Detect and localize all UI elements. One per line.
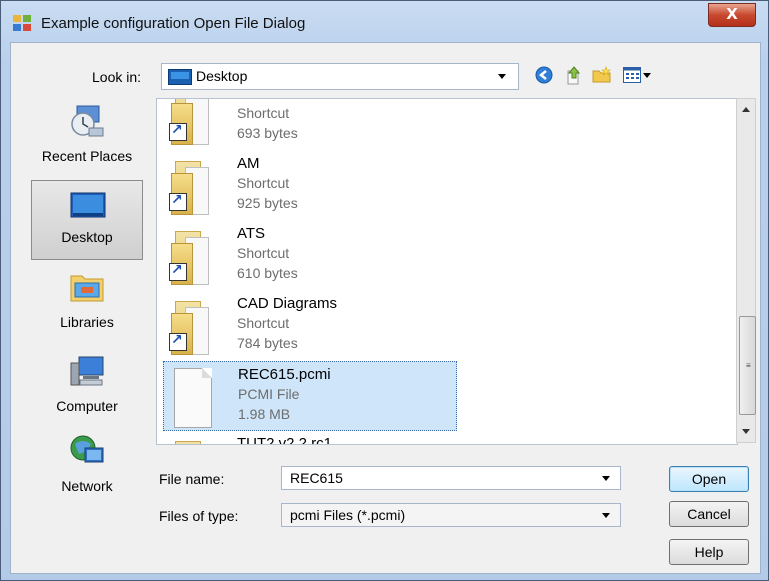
computer-icon: [70, 356, 104, 386]
libraries-icon: [70, 275, 104, 302]
up-folder-icon: [567, 66, 581, 85]
item-type: Shortcut: [237, 105, 290, 121]
file-name-input[interactable]: REC615: [281, 466, 621, 490]
item-name: ATS: [237, 225, 266, 242]
list-item-selected[interactable]: REC615.pcmi PCMI File 1.98 MB: [163, 361, 457, 431]
item-name: REC615.pcmi: [238, 366, 331, 383]
app-icon: [13, 15, 31, 31]
help-button[interactable]: Help: [669, 539, 749, 565]
list-item[interactable]: Shortcut 693 bytes: [163, 99, 457, 151]
new-folder-icon: [592, 66, 611, 83]
place-label: Recent Places: [41, 148, 133, 164]
file-type-select[interactable]: pcmi Files (*.pcmi): [281, 503, 621, 527]
item-size: 1.98 MB: [238, 406, 291, 422]
chevron-down-icon[interactable]: [498, 74, 506, 79]
vertical-scrollbar[interactable]: ≡: [736, 98, 756, 443]
look-in-value: Desktop: [196, 68, 248, 84]
list-item[interactable]: CAD Diagrams Shortcut 784 bytes: [163, 291, 457, 361]
open-button[interactable]: Open: [669, 466, 749, 492]
grip-icon: ≡: [746, 361, 751, 370]
file-icon: [174, 368, 212, 428]
scrollbar-thumb[interactable]: ≡: [739, 316, 756, 415]
recent-places-icon: [71, 105, 104, 137]
place-label: Libraries: [60, 314, 114, 330]
view-menu-button[interactable]: [619, 64, 653, 86]
file-name-label: File name:: [159, 471, 225, 487]
file-type-value: pcmi Files (*.pcmi): [290, 507, 406, 523]
dialog-body: Look in: Desktop Recent Places Desktop L…: [10, 42, 761, 574]
look-in-label: Look in:: [92, 69, 142, 85]
chevron-down-icon[interactable]: [602, 513, 610, 518]
item-size: 610 bytes: [237, 265, 298, 281]
shortcut-folder-icon: [169, 153, 209, 215]
up-folder-button[interactable]: [563, 64, 585, 86]
item-type: PCMI File: [238, 386, 300, 402]
item-name: AM: [237, 155, 260, 172]
place-recent-places[interactable]: Recent Places: [31, 96, 143, 176]
shortcut-folder-icon: [169, 99, 209, 145]
chevron-down-icon[interactable]: [602, 476, 610, 481]
list-item[interactable]: AM Shortcut 925 bytes: [163, 151, 457, 221]
look-in-dropdown[interactable]: Desktop: [161, 63, 519, 90]
new-folder-button[interactable]: [591, 64, 613, 86]
item-name: CAD Diagrams: [237, 295, 338, 312]
shortcut-folder-icon: [169, 433, 209, 444]
back-arrow-icon: [535, 66, 553, 84]
file-type-label: Files of type:: [159, 508, 239, 524]
shortcut-folder-icon: [169, 293, 209, 355]
close-button[interactable]: X: [708, 3, 756, 27]
item-size: 693 bytes: [237, 125, 298, 141]
file-name-value: REC615: [290, 470, 343, 486]
list-item[interactable]: ATS Shortcut 610 bytes: [163, 221, 457, 291]
shortcut-folder-icon: [169, 223, 209, 285]
view-grid-icon: [623, 67, 641, 83]
file-list[interactable]: Shortcut 693 bytes AM Shortcut 925 bytes…: [156, 98, 738, 445]
places-bar: Recent Places Desktop Libraries Computer…: [31, 96, 143, 551]
place-computer[interactable]: Computer: [31, 346, 143, 426]
cancel-button[interactable]: Cancel: [669, 501, 749, 527]
network-icon: [70, 435, 104, 463]
close-icon: X: [726, 5, 738, 23]
place-libraries[interactable]: Libraries: [31, 262, 143, 342]
desktop-icon: [168, 69, 192, 85]
back-button[interactable]: [533, 64, 555, 86]
place-label: Computer: [56, 398, 118, 414]
place-desktop[interactable]: Desktop: [31, 180, 143, 260]
place-label: Network: [61, 478, 113, 494]
place-network[interactable]: Network: [31, 426, 143, 506]
item-size: 925 bytes: [237, 195, 298, 211]
place-label: Desktop: [61, 229, 113, 245]
list-item[interactable]: TUT2 v2.2 rc1: [163, 431, 457, 445]
open-file-dialog: Example configuration Open File Dialog X…: [0, 0, 769, 581]
desktop-icon: [70, 192, 106, 218]
item-type: Shortcut: [237, 175, 290, 191]
window-title: Example configuration Open File Dialog: [41, 15, 306, 32]
item-type: Shortcut: [237, 245, 290, 261]
item-type: Shortcut: [237, 315, 290, 331]
scroll-up-icon[interactable]: [742, 107, 750, 112]
title-bar[interactable]: Example configuration Open File Dialog X: [1, 1, 768, 41]
item-size: 784 bytes: [237, 335, 298, 351]
scroll-down-icon[interactable]: [742, 429, 750, 434]
item-name: TUT2 v2.2 rc1: [237, 435, 333, 445]
chevron-down-icon: [643, 72, 651, 78]
